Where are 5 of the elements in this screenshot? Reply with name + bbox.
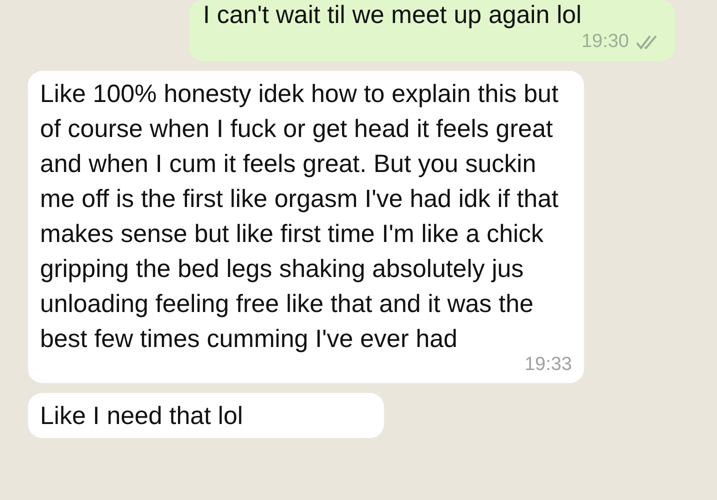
- message-text: I can't wait til we meet up again lol: [203, 0, 583, 30]
- message-text: Like I need that lol: [40, 401, 244, 432]
- message-time: 19:30: [581, 30, 629, 54]
- message-text: Like 100% honesty idek how to explain this but of course when I fuck or get head it feels great and when I cum it feels great. But you suckin me off is the first like orgasm I've had idk if that makes sense but like first time I'm like a chick gripping the bed legs shaking absolutely jus unloading feeling free like that and it was the best few times cumming I've ever had: [40, 78, 560, 354]
- message-time: 19:33: [524, 352, 572, 376]
